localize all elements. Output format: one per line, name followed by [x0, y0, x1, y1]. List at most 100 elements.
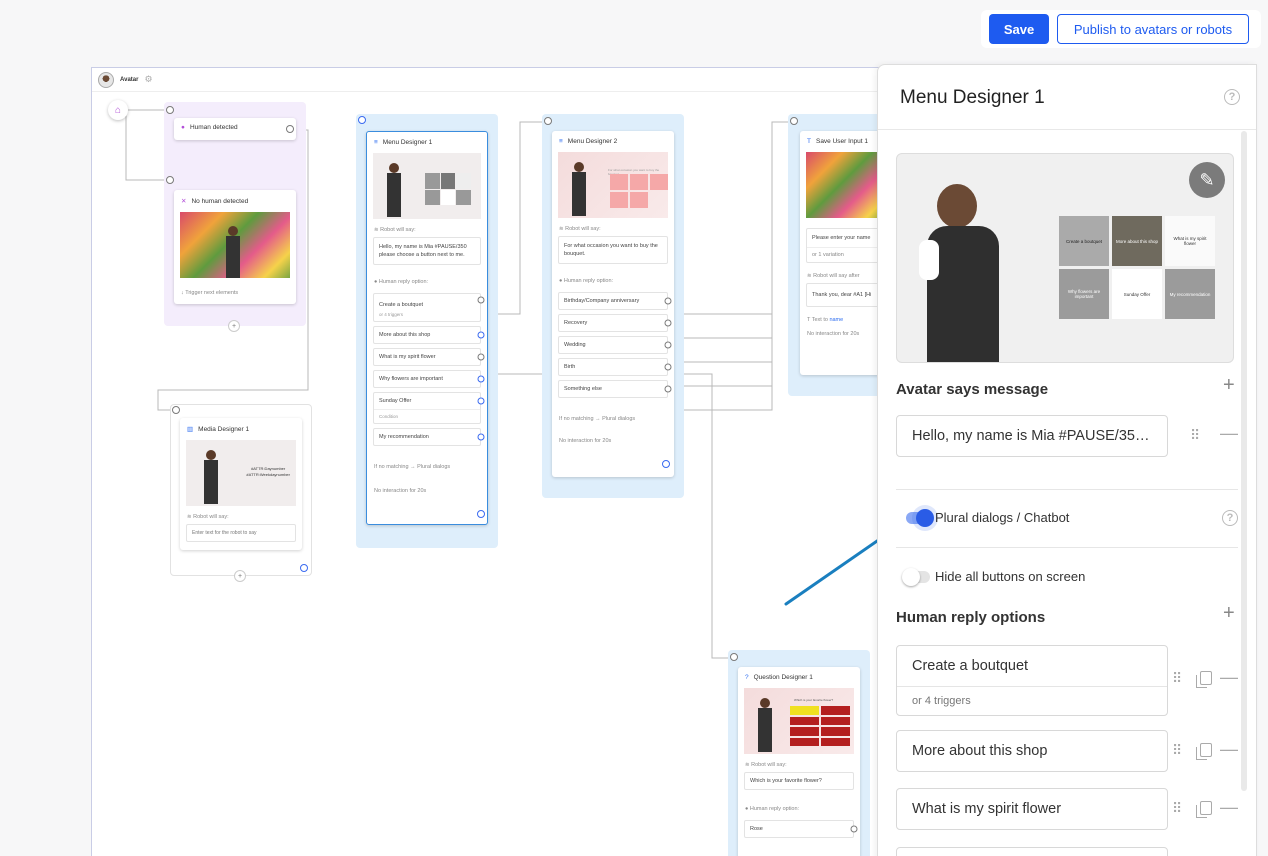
- output-port[interactable]: [664, 319, 672, 327]
- sound-icon: ≋: [745, 762, 750, 768]
- reply-option-field[interactable]: Create a boutquet or 4 triggers: [896, 645, 1168, 716]
- add-node-button[interactable]: +: [234, 570, 246, 582]
- preview-tile: What is my spirit flower: [1165, 216, 1215, 266]
- output-port[interactable]: [477, 510, 485, 518]
- publish-button[interactable]: Publish to avatars or robots: [1057, 14, 1249, 44]
- group-port[interactable]: [166, 106, 174, 114]
- remove-icon[interactable]: —: [1220, 797, 1238, 818]
- output-port[interactable]: [850, 825, 858, 833]
- remove-icon[interactable]: —: [1220, 739, 1238, 760]
- output-port[interactable]: [477, 331, 485, 339]
- media-designer-node[interactable]: ▥ Media Designer 1 #ATTR:Daynumber #ATTR…: [180, 418, 302, 550]
- hide-buttons-toggle[interactable]: [902, 568, 930, 586]
- avatar[interactable]: [98, 71, 114, 88]
- person-icon: ●: [181, 124, 185, 131]
- reply-option[interactable]: Wedding: [558, 336, 672, 354]
- output-port[interactable]: [664, 341, 672, 349]
- robot-message[interactable]: Hello, my name is Mia #PAUSE/350 please …: [373, 237, 481, 265]
- drag-handle-icon[interactable]: ⠿: [1172, 670, 1182, 687]
- output-port[interactable]: [664, 385, 672, 393]
- triggers-label[interactable]: or 4 triggers: [897, 686, 1167, 715]
- divider: [878, 129, 1256, 130]
- reply-option[interactable]: My recommendation: [373, 428, 485, 446]
- question-designer-node[interactable]: ? Question Designer 1 Which is your favo…: [738, 667, 860, 856]
- top-actions: Save Publish to avatars or robots: [981, 10, 1261, 48]
- menu-designer-2-node[interactable]: ≡ Menu Designer 2 For what occasion you …: [552, 131, 674, 477]
- save-button[interactable]: Save: [989, 14, 1049, 44]
- reply-option[interactable]: Recovery: [558, 314, 672, 332]
- copy-icon[interactable]: [1196, 743, 1212, 760]
- output-port[interactable]: [300, 564, 308, 572]
- text-icon: T: [807, 138, 811, 145]
- hide-buttons-label: Hide all buttons on screen: [935, 569, 1086, 584]
- prompt-message[interactable]: Please enter your name or 1 variation: [806, 228, 888, 263]
- no-interaction-label: No interaction for 20s: [807, 331, 860, 337]
- drag-handle-icon[interactable]: ⠿: [1172, 800, 1182, 817]
- output-port[interactable]: [477, 375, 485, 383]
- divider: [896, 547, 1238, 548]
- panel-title: Menu Designer 1: [900, 87, 1045, 108]
- sound-icon: ≋: [187, 514, 192, 520]
- menu-preview: For what occasion you want to buy the bo…: [558, 152, 668, 218]
- help-icon[interactable]: ?: [1224, 89, 1240, 105]
- avatar-figure-shirt: [919, 240, 939, 280]
- reply-option[interactable]: Birthday/Company anniversary: [558, 292, 672, 310]
- add-reply-icon[interactable]: +: [1223, 602, 1235, 625]
- edit-icon[interactable]: ✎: [1189, 162, 1225, 198]
- remove-icon[interactable]: —: [1220, 423, 1238, 444]
- output-port[interactable]: [477, 433, 485, 441]
- menu-designer-1-node[interactable]: ≡ Menu Designer 1 ≋ Robot will say: Hell…: [366, 131, 488, 525]
- copy-icon[interactable]: [1196, 801, 1212, 818]
- group-port[interactable]: [166, 176, 174, 184]
- scrollbar[interactable]: [1241, 131, 1247, 791]
- reply-option[interactable]: Something else: [558, 380, 672, 398]
- output-port[interactable]: [286, 125, 294, 133]
- help-icon[interactable]: ?: [1222, 510, 1238, 526]
- reply-option[interactable]: Rose: [744, 820, 858, 838]
- reply-option-field[interactable]: [896, 847, 1168, 856]
- plural-dialogs-label: Plural dialogs / Chatbot: [935, 510, 1070, 525]
- robot-say-input[interactable]: Enter text for the robot to say: [186, 524, 296, 542]
- reply-option-field[interactable]: More about this shop: [896, 730, 1168, 772]
- robot-message[interactable]: Which is your favorite flower?: [744, 772, 854, 790]
- variable-link[interactable]: name: [829, 317, 843, 323]
- reply-option[interactable]: More about this shop: [373, 326, 485, 344]
- no-interaction-label: No interaction for 20s: [559, 438, 612, 444]
- reply-option[interactable]: Create a boutquet or 4 triggers: [373, 293, 485, 322]
- add-message-icon[interactable]: +: [1223, 374, 1235, 397]
- drag-handle-icon[interactable]: ⠿: [1190, 427, 1200, 444]
- group-port[interactable]: [358, 116, 366, 124]
- output-port[interactable]: [664, 363, 672, 371]
- remove-icon[interactable]: —: [1220, 667, 1238, 688]
- group-port[interactable]: [790, 117, 798, 125]
- reply-option[interactable]: What is my spirit flower: [373, 348, 485, 366]
- gear-icon[interactable]: ⚙: [144, 74, 152, 85]
- output-port[interactable]: [664, 297, 672, 305]
- reply-option[interactable]: Birth: [558, 358, 672, 376]
- reply-option-field[interactable]: What is my spirit flower: [896, 788, 1168, 830]
- avatar-message-field[interactable]: Hello, my name is Mia #PAUSE/350 please …: [896, 415, 1168, 457]
- thanks-message[interactable]: Thank you, dear #A1 [Hi: [806, 283, 888, 307]
- reply-option[interactable]: Sunday Offer Condition: [373, 392, 485, 424]
- output-port[interactable]: [477, 397, 485, 405]
- group-port[interactable]: [730, 653, 738, 661]
- group-port[interactable]: [544, 117, 552, 125]
- sound-icon: ≋: [374, 227, 379, 233]
- human-detected-node[interactable]: ● Human detected: [174, 118, 296, 140]
- drag-handle-icon[interactable]: ⠿: [1172, 742, 1182, 759]
- output-port[interactable]: [477, 353, 485, 361]
- no-human-detected-node[interactable]: ✕ No human detected ↓ Trigger next eleme…: [174, 190, 296, 304]
- copy-icon[interactable]: [1196, 671, 1212, 688]
- output-port[interactable]: [477, 296, 485, 304]
- home-node[interactable]: ⌂: [108, 100, 128, 120]
- no-person-icon: ✕: [181, 198, 187, 205]
- output-port[interactable]: [662, 460, 670, 468]
- node-title: No human detected: [191, 197, 249, 205]
- avatar-says-title: Avatar says message: [896, 381, 1049, 398]
- group-port[interactable]: [172, 406, 180, 414]
- robot-message[interactable]: For what occasion you want to buy the bo…: [558, 236, 668, 264]
- save-user-input-node[interactable]: T Save User Input 1 Please enter your na…: [800, 131, 888, 375]
- plural-dialogs-toggle[interactable]: [906, 509, 934, 527]
- add-node-button[interactable]: +: [228, 320, 240, 332]
- reply-option[interactable]: Why flowers are important: [373, 370, 485, 388]
